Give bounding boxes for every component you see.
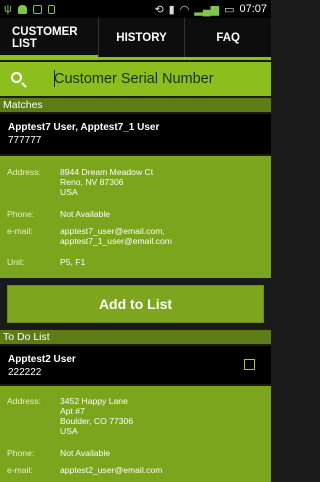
add-to-list-container: Add to List xyxy=(0,280,271,328)
email-value: apptest7_user@email.com, xyxy=(60,226,165,236)
phone-label: Phone: xyxy=(7,448,35,458)
address-line: Apt #7 xyxy=(60,406,85,416)
search-icon xyxy=(10,71,22,83)
customer-serial: 222222 xyxy=(8,367,42,378)
customer-name: Apptest2 User xyxy=(8,354,76,365)
todo-checkbox[interactable] xyxy=(244,359,255,370)
add-to-list-button[interactable]: Add to List xyxy=(7,285,264,323)
text-cursor xyxy=(54,70,55,87)
sync-icon: ⟲ xyxy=(154,3,164,16)
address-label: Address: xyxy=(7,396,41,406)
todo-customer-details: Address: 3452 Happy Lane Apt #7 Boulder,… xyxy=(0,386,271,482)
android-icon xyxy=(17,4,27,14)
phone-value: Not Available xyxy=(60,448,111,458)
address-line: 8944 Dream Meadow Ct xyxy=(60,167,154,177)
address-line: Reno, NV 87306 xyxy=(60,177,124,187)
image-icon xyxy=(32,4,42,14)
usb-icon: ψ xyxy=(4,3,12,15)
search-button[interactable] xyxy=(0,62,36,96)
status-bar: ψ ⟲ ▮ ◠ ▂▄▆ ▭ 07:07 xyxy=(0,0,271,18)
tab-bar: CUSTOMER LIST HISTORY FAQ xyxy=(0,18,271,60)
search-input[interactable] xyxy=(36,62,271,96)
tab-faq[interactable]: FAQ xyxy=(185,18,271,57)
tab-customer-list[interactable]: CUSTOMER LIST xyxy=(0,18,99,60)
tab-label: CUSTOMER LIST xyxy=(12,25,78,50)
email-label: e-mail: xyxy=(7,465,33,475)
customer-name: Apptest7 User, Apptest7_1 User xyxy=(8,122,160,133)
unit-label: Unit: xyxy=(7,257,25,267)
address-line: Boulder, CO 77306 xyxy=(60,416,134,426)
address-line: USA xyxy=(60,187,78,197)
address-line: USA xyxy=(60,426,78,436)
address-line: 3452 Happy Lane xyxy=(60,396,128,406)
vibrate-icon: ▮ xyxy=(168,3,175,16)
email-label: e-mail: xyxy=(7,226,33,236)
email-value: apptest7_1_user@email.com xyxy=(60,236,172,246)
match-customer-header[interactable]: Apptest7 User, Apptest7_1 User 777777 xyxy=(0,114,271,154)
battery-icon: ▭ xyxy=(224,3,235,16)
notification-icon xyxy=(47,4,55,14)
signal-icon: ▂▄▆ xyxy=(194,3,220,16)
phone-label: Phone: xyxy=(7,209,35,219)
matches-heading: Matches xyxy=(0,98,271,112)
customer-serial: 777777 xyxy=(8,135,42,146)
wifi-icon: ◠ xyxy=(179,3,190,16)
match-customer-details: Address: 8944 Dream Meadow Ct Reno, NV 8… xyxy=(0,156,271,278)
todo-heading: To Do List xyxy=(0,330,271,344)
tab-label: FAQ xyxy=(216,31,240,44)
phone-value: Not Available xyxy=(60,209,111,219)
unit-value: P5, F1 xyxy=(60,257,86,267)
todo-customer-header[interactable]: Apptest2 User 222222 xyxy=(0,346,271,384)
email-value: apptest2_user@email.com xyxy=(60,465,163,475)
clock: 07:07 xyxy=(239,3,267,15)
address-label: Address: xyxy=(7,167,41,177)
tab-label: HISTORY xyxy=(116,31,167,44)
tab-history[interactable]: HISTORY xyxy=(99,18,186,57)
search-bar xyxy=(0,62,271,96)
